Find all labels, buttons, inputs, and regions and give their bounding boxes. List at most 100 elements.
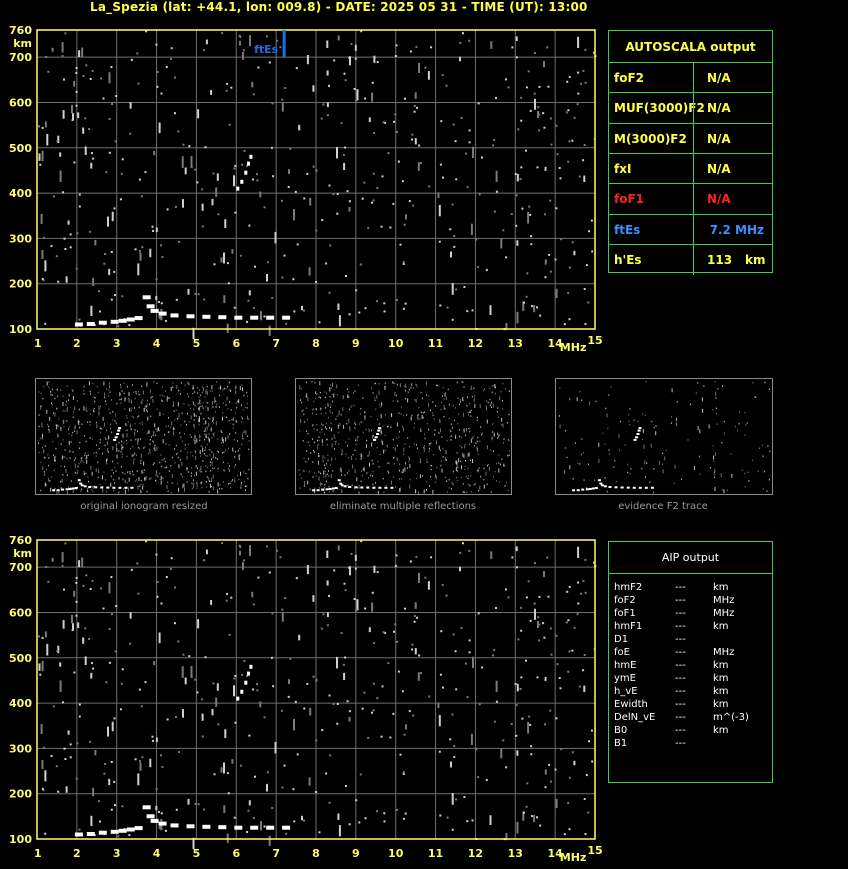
preview-noise (186, 455, 188, 460)
noise-point (582, 159, 585, 162)
preview-noise (354, 422, 356, 424)
page-title: La_Spezia (lat: +44.1, lon: 009.8) - DAT… (90, 0, 588, 14)
preview-noise (319, 391, 321, 394)
noise-point (110, 808, 113, 811)
preview-noise (85, 472, 87, 475)
noise-point (75, 777, 78, 780)
preview-noise (325, 412, 327, 414)
preview-noise (123, 392, 125, 395)
aip-label: Ewidth (614, 699, 648, 710)
noise-point (166, 208, 169, 211)
noise-point (383, 820, 386, 823)
preview-noise (205, 465, 207, 467)
noise-point (138, 178, 141, 181)
preview-noise (386, 444, 388, 447)
preview-noise (191, 488, 193, 490)
preview-noise (324, 467, 326, 469)
preview-noise (339, 424, 341, 426)
preview-noise (218, 451, 220, 453)
preview-noise (202, 448, 204, 453)
noise-point (578, 175, 581, 178)
preview-noise (441, 436, 443, 438)
noise-point (577, 602, 580, 605)
preview-noise (579, 390, 581, 393)
preview-noise (222, 402, 224, 404)
preview-noise (372, 463, 374, 465)
noise-point (466, 186, 469, 189)
preview-noise (738, 423, 740, 425)
preview-noise (358, 384, 360, 386)
noise-point (160, 302, 163, 305)
preview-noise (348, 438, 350, 440)
noise-point (544, 168, 547, 171)
noise-point (549, 117, 552, 120)
noise-point (263, 206, 266, 209)
noise-point (583, 288, 586, 290)
preview-noise (46, 423, 48, 426)
preview-noise (446, 480, 448, 482)
noise-point (462, 542, 464, 545)
preview-noise (409, 478, 411, 481)
noise-point (337, 545, 340, 551)
preview-noise (452, 483, 454, 486)
noise-point (254, 775, 256, 778)
preview-noise (60, 487, 62, 489)
noise-point (328, 291, 331, 294)
preview-noise (434, 481, 436, 484)
noise-point (538, 129, 541, 132)
noise-point (550, 653, 553, 656)
preview-noise (699, 473, 701, 475)
noise-point (89, 230, 92, 233)
preview-noise (83, 406, 85, 411)
noise-point (151, 225, 154, 228)
preview-noise (379, 465, 381, 468)
preview-noise (322, 455, 324, 459)
preview-noise (136, 454, 137, 457)
trace-point (249, 154, 253, 159)
preview-noise (194, 452, 196, 454)
preview-noise (334, 437, 336, 439)
noise-point (241, 673, 244, 676)
noise-point (175, 808, 178, 811)
preview-noise (355, 423, 357, 426)
noise-point (530, 243, 533, 246)
noise-point (515, 734, 518, 737)
preview-noise (64, 465, 65, 468)
preview-noise (439, 428, 441, 433)
noise-point (409, 560, 412, 563)
preview-noise (471, 491, 473, 493)
noise-point (563, 833, 566, 836)
preview-noise (344, 474, 346, 476)
preview-noise (445, 450, 447, 452)
noise-point (227, 792, 230, 795)
preview-noise (150, 396, 152, 399)
noise-point (409, 50, 412, 53)
noise-point (367, 226, 370, 229)
preview-noise (413, 443, 415, 445)
preview-noise (392, 447, 394, 449)
preview-noise (66, 385, 68, 387)
noise-point (85, 64, 88, 67)
noise-point (371, 591, 374, 594)
preview-noise (171, 456, 173, 459)
noise-point (295, 577, 298, 580)
noise-point (393, 120, 395, 123)
preview-noise (146, 410, 148, 413)
noise-point (41, 788, 44, 790)
preview-noise (66, 457, 68, 460)
preview-noise (399, 463, 401, 466)
noise-point (233, 167, 236, 170)
noise-point (110, 66, 113, 69)
preview-noise (379, 453, 381, 456)
preview-noise (87, 421, 89, 423)
preview-noise (331, 438, 333, 440)
preview-noise (138, 406, 140, 409)
preview-noise (466, 491, 468, 494)
noise-point (411, 648, 414, 651)
preview-noise (197, 387, 198, 389)
preview-noise (492, 431, 494, 433)
preview-noise (43, 471, 45, 473)
preview-noise (508, 450, 510, 452)
preview-noise (307, 441, 309, 443)
preview-noise (305, 381, 307, 384)
